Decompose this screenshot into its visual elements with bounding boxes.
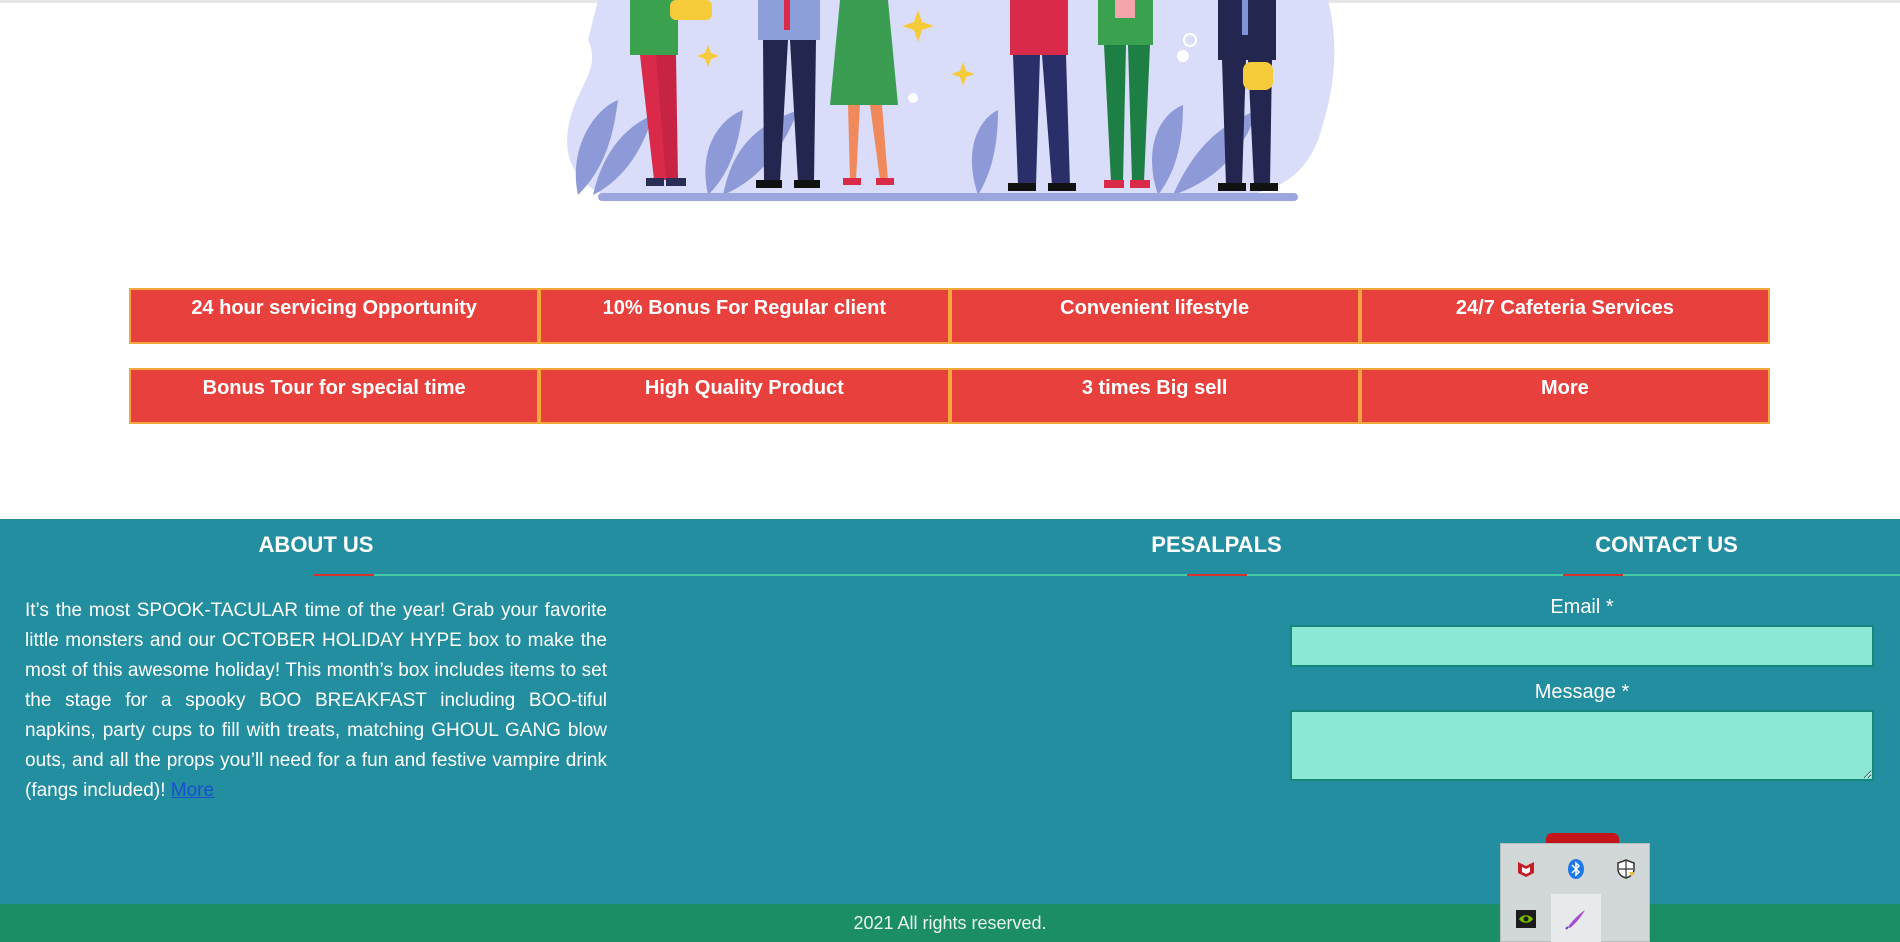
- feature-24-hour-servicing[interactable]: 24 hour servicing Opportunity: [129, 288, 540, 344]
- feature-big-sell[interactable]: 3 times Big sell: [949, 368, 1360, 424]
- feature-row-1: 24 hour servicing Opportunity 10% Bonus …: [129, 288, 1770, 344]
- about-underline: [314, 574, 900, 576]
- bluetooth-icon[interactable]: [1551, 844, 1601, 894]
- about-text: It’s the most SPOOK-TACULAR time of the …: [25, 596, 607, 806]
- team-illustration: [567, 0, 1335, 201]
- about-title: ABOUT US: [258, 532, 374, 557]
- nvidia-icon[interactable]: [1501, 894, 1551, 942]
- pen-icon[interactable]: [1551, 894, 1601, 942]
- contact-underline: [1533, 574, 1900, 576]
- mcafee-icon[interactable]: [1501, 844, 1551, 894]
- email-label: Email *: [1550, 596, 1614, 618]
- pesalpals-title: PESALPALS: [1151, 532, 1282, 557]
- email-field[interactable]: [1290, 625, 1874, 667]
- message-label: Message *: [1534, 681, 1630, 703]
- tray-empty-slot: [1601, 894, 1651, 942]
- feature-convenient-lifestyle[interactable]: Convenient lifestyle: [949, 288, 1360, 344]
- contact-form: Email * Message *: [1290, 596, 1874, 781]
- feature-row-2: Bonus Tour for special time High Quality…: [129, 368, 1770, 424]
- feature-high-quality-product[interactable]: High Quality Product: [539, 368, 950, 424]
- feature-cafeteria-services[interactable]: 24/7 Cafeteria Services: [1359, 288, 1770, 344]
- pesalpals-underline: [900, 574, 1533, 576]
- feature-more[interactable]: More: [1359, 368, 1770, 424]
- feature-regular-client-bonus[interactable]: 10% Bonus For Regular client: [539, 288, 950, 344]
- about-more-link[interactable]: More: [171, 780, 214, 801]
- system-tray-flyout: [1500, 843, 1650, 942]
- security-shield-icon[interactable]: [1601, 844, 1651, 894]
- feature-grid: 24 hour servicing Opportunity 10% Bonus …: [129, 288, 1770, 448]
- contact-title: CONTACT US: [1595, 532, 1738, 557]
- about-body: It’s the most SPOOK-TACULAR time of the …: [25, 600, 607, 801]
- feature-bonus-tour[interactable]: Bonus Tour for special time: [129, 368, 540, 424]
- message-field[interactable]: [1290, 710, 1874, 781]
